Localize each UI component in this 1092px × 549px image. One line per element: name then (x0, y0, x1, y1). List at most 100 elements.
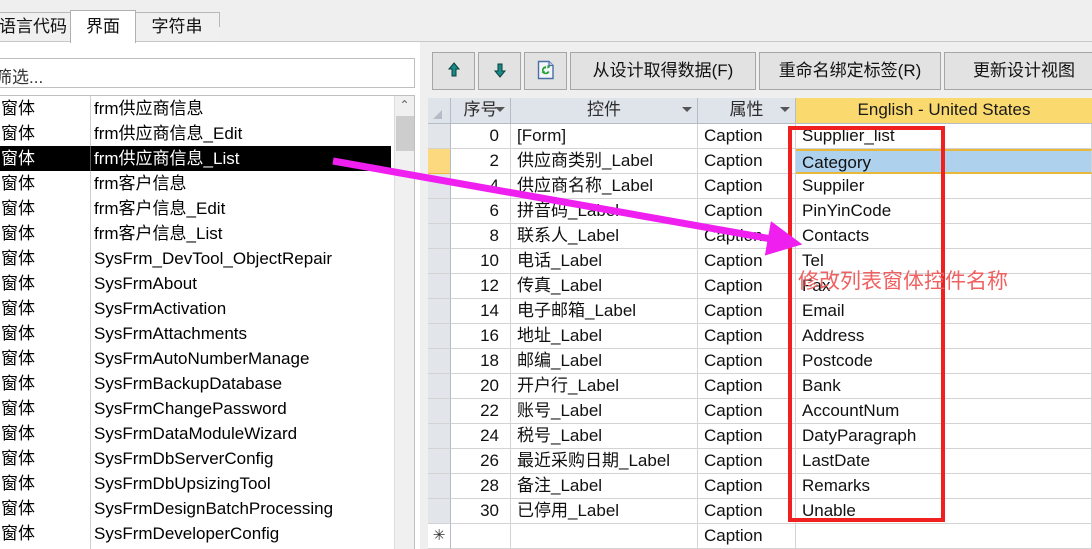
tab-strings[interactable]: 字符串 (134, 12, 220, 42)
cell-control[interactable]: 地址_Label (511, 324, 698, 349)
row-selector[interactable] (428, 324, 451, 349)
cell-property[interactable]: Caption (698, 199, 796, 224)
cell-control[interactable]: 邮编_Label (511, 349, 698, 374)
cell-index[interactable]: 26 (451, 449, 511, 474)
move-down-button[interactable] (478, 52, 521, 90)
cell-translation[interactable]: Email (796, 299, 1092, 324)
cell-control[interactable]: 账号_Label (511, 399, 698, 424)
row-selector[interactable] (428, 499, 451, 524)
row-selector[interactable] (428, 274, 451, 299)
new-row-asterisk-icon[interactable]: ✳ (428, 524, 451, 549)
cell-index[interactable]: 30 (451, 499, 511, 524)
row-selector[interactable] (428, 124, 451, 149)
tab-language-code[interactable]: 语言代码 (0, 12, 76, 42)
tab-interface[interactable]: 界面 (70, 10, 136, 43)
cell-property[interactable]: Caption (698, 124, 796, 149)
cell-translation[interactable]: AccountNum (796, 399, 1092, 424)
cell-property[interactable]: Caption (698, 174, 796, 199)
scrollbar-thumb[interactable] (396, 116, 414, 151)
cell-translation[interactable] (796, 524, 1092, 549)
cell-control[interactable]: 开户行_Label (511, 374, 698, 399)
list-item[interactable]: 窗体 frm供应商信息 (0, 96, 391, 121)
row-selector[interactable] (428, 174, 451, 199)
grid-header-language[interactable]: English - United States (796, 98, 1092, 124)
row-selector[interactable] (428, 249, 451, 274)
cell-property[interactable]: Caption (698, 299, 796, 324)
row-selector[interactable] (428, 199, 451, 224)
row-selector[interactable] (428, 449, 451, 474)
cell-translation[interactable]: Supplier_list (796, 124, 1092, 149)
list-item[interactable]: 窗体 SysFrmDeveloperConfig (0, 521, 391, 546)
list-item[interactable]: 窗体 SysFrmAttachments (0, 321, 391, 346)
cell-property[interactable]: Caption (698, 349, 796, 374)
cell-index[interactable]: 10 (451, 249, 511, 274)
grid-header-property[interactable]: 属性 (698, 98, 796, 124)
list-item[interactable]: 窗体 SysFrmChangePassword (0, 396, 391, 421)
cell-control[interactable] (511, 524, 698, 549)
cell-index[interactable]: 6 (451, 199, 511, 224)
cell-translation[interactable]: Remarks (796, 474, 1092, 499)
cell-index[interactable]: 4 (451, 174, 511, 199)
list-item[interactable]: 窗体 SysFrmDesignBatchProcessing (0, 496, 391, 521)
list-item[interactable]: 窗体 frm客户信息 (0, 171, 391, 196)
cell-translation[interactable]: Unable (796, 499, 1092, 524)
cell-index[interactable]: 24 (451, 424, 511, 449)
cell-property[interactable]: Caption (698, 499, 796, 524)
list-item[interactable]: 窗体 frm供应商信息_Edit (0, 121, 391, 146)
list-item[interactable]: 窗体 SysFrmDataModuleWizard (0, 421, 391, 446)
cell-translation[interactable]: Postcode (796, 349, 1092, 374)
cell-property[interactable]: Caption (698, 449, 796, 474)
cell-index[interactable]: 12 (451, 274, 511, 299)
list-item[interactable]: 窗体 SysFrmDbServerConfig (0, 446, 391, 471)
list-item[interactable]: 窗体 SysFrm_DevTool_ObjectRepair (0, 246, 391, 271)
cell-control[interactable]: 电话_Label (511, 249, 698, 274)
cell-translation[interactable]: Category (796, 149, 1092, 174)
get-from-design-button[interactable]: 从设计取得数据(F) (570, 52, 756, 90)
cell-index[interactable] (451, 524, 511, 549)
cell-property[interactable]: Caption (698, 399, 796, 424)
row-selector[interactable] (428, 149, 451, 174)
cell-control[interactable]: 已停用_Label (511, 499, 698, 524)
cell-index[interactable]: 0 (451, 124, 511, 149)
cell-translation[interactable]: Bank (796, 374, 1092, 399)
cell-index[interactable]: 2 (451, 149, 511, 174)
cell-index[interactable]: 18 (451, 349, 511, 374)
cell-property[interactable]: Caption (698, 249, 796, 274)
cell-translation[interactable]: PinYinCode (796, 199, 1092, 224)
table-row[interactable]: ✳ Caption (428, 524, 1092, 549)
list-item[interactable]: 窗体 frm供应商信息_List (0, 146, 391, 171)
table-row[interactable]: 6 拼音码_Label Caption PinYinCode (428, 199, 1092, 224)
cell-control[interactable]: 备注_Label (511, 474, 698, 499)
refresh-button[interactable] (524, 52, 567, 90)
grid-select-all-corner[interactable] (428, 98, 451, 124)
cell-property[interactable]: Caption (698, 524, 796, 549)
row-selector[interactable] (428, 224, 451, 249)
row-selector[interactable] (428, 399, 451, 424)
row-selector[interactable] (428, 374, 451, 399)
cell-control[interactable]: 税号_Label (511, 424, 698, 449)
table-row[interactable]: 26 最近采购日期_Label Caption LastDate (428, 449, 1092, 474)
cell-control[interactable]: 供应商名称_Label (511, 174, 698, 199)
object-list[interactable]: 窗体 frm供应商信息 窗体 frm供应商信息_Edit 窗体 frm供应商信息_List… (0, 95, 415, 549)
grid-header-index[interactable]: 序号 (451, 98, 511, 124)
table-row[interactable]: 28 备注_Label Caption Remarks (428, 474, 1092, 499)
cell-property[interactable]: Caption (698, 324, 796, 349)
table-row[interactable]: 0 [Form] Caption Supplier_list (428, 124, 1092, 149)
table-row[interactable]: 14 电子邮箱_Label Caption Email (428, 299, 1092, 324)
cell-control[interactable]: 传真_Label (511, 274, 698, 299)
cell-control[interactable]: 电子邮箱_Label (511, 299, 698, 324)
list-item[interactable]: 窗体 SysFrmAbout (0, 271, 391, 296)
cell-index[interactable]: 14 (451, 299, 511, 324)
table-row[interactable]: 4 供应商名称_Label Caption Suppiler (428, 174, 1092, 199)
cell-property[interactable]: Caption (698, 149, 796, 174)
object-list-scrollbar[interactable]: ⌃ (394, 96, 414, 549)
table-row[interactable]: 30 已停用_Label Caption Unable (428, 499, 1092, 524)
list-item[interactable]: 窗体 SysFrmDbUpsizingTool (0, 471, 391, 496)
row-selector[interactable] (428, 424, 451, 449)
cell-translation[interactable]: LastDate (796, 449, 1092, 474)
row-selector[interactable] (428, 349, 451, 374)
chevron-down-icon[interactable] (682, 107, 692, 112)
translation-grid[interactable]: 序号 控件 属性 English - United States 0 [Form]… (428, 98, 1092, 549)
cell-property[interactable]: Caption (698, 474, 796, 499)
scroll-up-arrow-icon[interactable]: ⌃ (395, 96, 414, 115)
